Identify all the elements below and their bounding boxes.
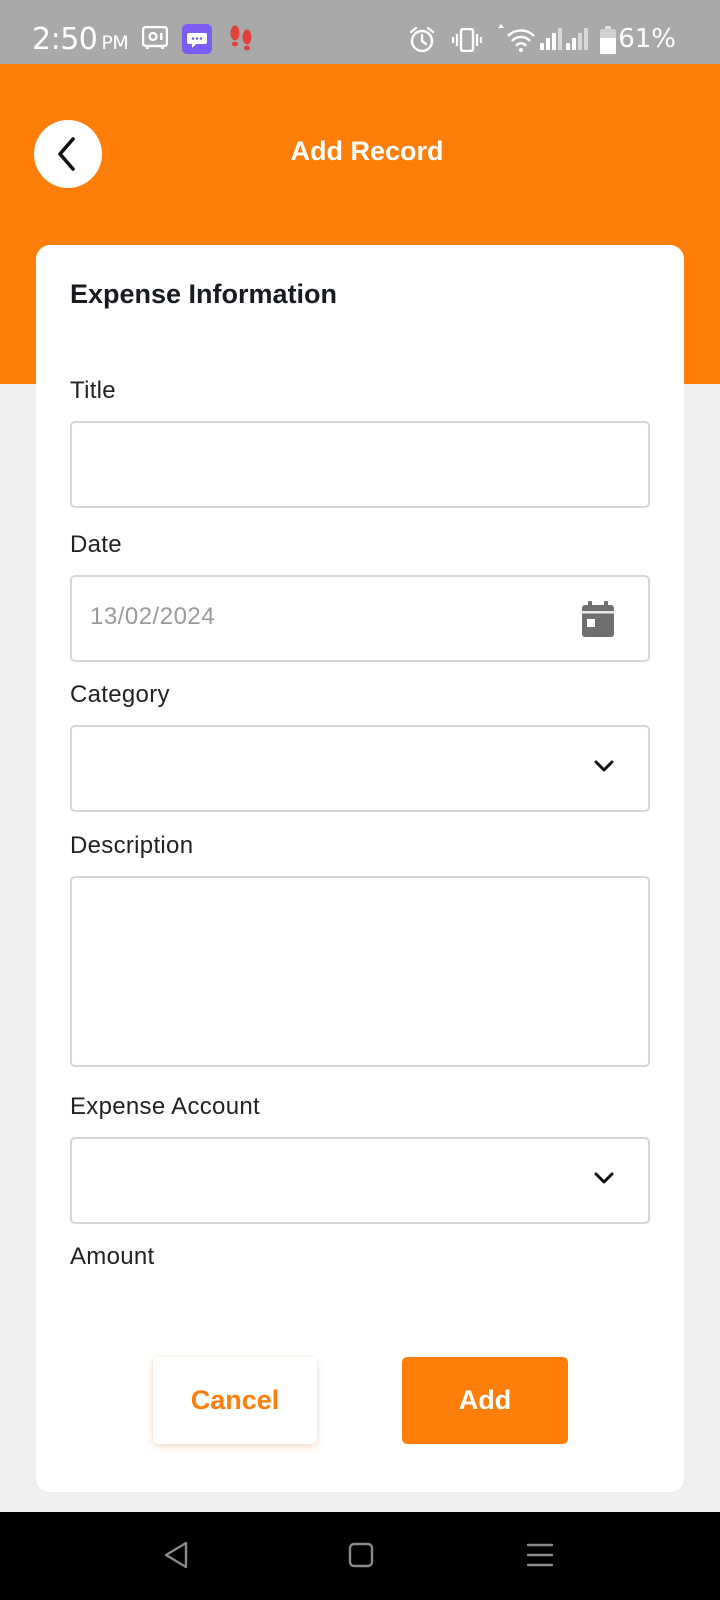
category-label: Category bbox=[70, 681, 170, 708]
chevron-down-icon bbox=[594, 1172, 614, 1184]
section-title: Expense Information bbox=[70, 279, 338, 309]
title-label: Title bbox=[70, 377, 116, 404]
calendar-icon[interactable] bbox=[582, 601, 614, 637]
wifi-icon bbox=[498, 24, 535, 52]
date-label: Date bbox=[70, 531, 122, 558]
vault-icon bbox=[142, 26, 168, 49]
battery-icon bbox=[600, 26, 616, 54]
cancel-button[interactable]: Cancel bbox=[153, 1357, 317, 1444]
form-card: Expense Information Title Date 13/02/202… bbox=[36, 245, 684, 1492]
menu-lines-icon[interactable] bbox=[526, 1542, 554, 1568]
description-textarea[interactable] bbox=[70, 876, 650, 1067]
add-button[interactable]: Add bbox=[402, 1357, 568, 1444]
chat-app-icon bbox=[182, 24, 212, 54]
vibrate-icon bbox=[452, 28, 482, 52]
alarm-icon bbox=[409, 26, 435, 53]
status-time-ampm: PM bbox=[101, 32, 129, 54]
title-input[interactable] bbox=[70, 421, 650, 508]
navigation-bar bbox=[0, 1512, 720, 1600]
status-time-value: 2:50 bbox=[32, 22, 98, 57]
home-square-icon[interactable] bbox=[348, 1542, 374, 1568]
date-input[interactable]: 13/02/2024 bbox=[70, 575, 650, 662]
battery-percent: 61% bbox=[618, 24, 676, 54]
signal-icon-secondary bbox=[566, 28, 588, 50]
expense-account-label: Expense Account bbox=[70, 1093, 260, 1120]
amount-label: Amount bbox=[70, 1243, 155, 1270]
expense-account-select[interactable] bbox=[70, 1137, 650, 1224]
chevron-down-icon bbox=[594, 760, 614, 772]
date-input-value: 13/02/2024 bbox=[90, 603, 216, 630]
status-bar: 2:50 PM 61% bbox=[0, 0, 720, 64]
category-select[interactable] bbox=[70, 725, 650, 812]
status-time: 2:50 PM bbox=[32, 22, 129, 57]
footsteps-icon bbox=[230, 25, 252, 51]
description-label: Description bbox=[70, 832, 194, 859]
signal-icon bbox=[540, 28, 562, 50]
page-title: Add Record bbox=[290, 136, 444, 166]
back-triangle-icon[interactable] bbox=[162, 1540, 190, 1570]
